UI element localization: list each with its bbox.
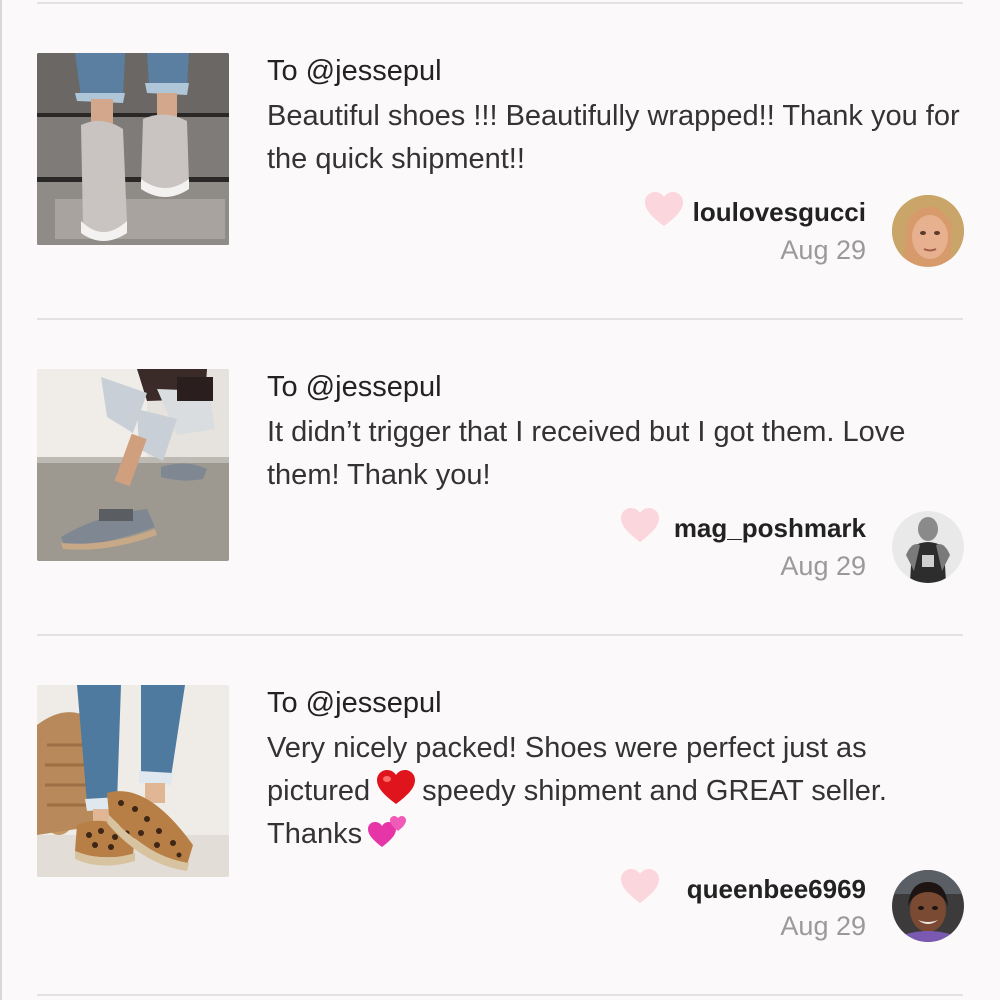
review-message: It didn’t trigger that I received but I …: [267, 416, 906, 491]
two-hearts-emoji: [368, 816, 407, 847]
user-avatar-image[interactable]: [892, 195, 964, 267]
username-link[interactable]: loulovesgucci: [693, 197, 866, 228]
username-link[interactable]: mag_poshmark: [674, 513, 866, 544]
heart-icon[interactable]: [620, 508, 660, 544]
recipient-label: To @jessepul: [267, 55, 442, 87]
review-date: Aug 29: [780, 551, 866, 581]
divider: [37, 994, 963, 996]
review-card: To @jessepul It didn’t trigger that I re…: [0, 316, 1000, 632]
review-date: Aug 29: [780, 235, 866, 265]
recipient-label: To @jessepul: [267, 371, 442, 403]
review-message: Very nicely packed! Shoes were perfect j…: [267, 727, 967, 856]
username-link[interactable]: queenbee6969: [687, 874, 866, 905]
review-message: Beautiful shoes !!! Beautifully wrapped!…: [267, 100, 960, 175]
leopard-espadrille-shoes-image[interactable]: [37, 685, 229, 877]
review-card: To @jessepul Beautiful shoes !!! Beautif…: [0, 0, 1000, 316]
review-date: Aug 29: [780, 911, 866, 941]
heart-icon[interactable]: [620, 869, 660, 905]
review-card: To @jessepul Very nicely packed! Shoes w…: [0, 632, 1000, 948]
recipient-label: To @jessepul: [267, 687, 442, 719]
red-heart-emoji: [377, 770, 416, 804]
gray-slip-on-sneakers-image[interactable]: [37, 53, 229, 245]
gray-mule-shoes-image[interactable]: [37, 369, 229, 561]
heart-icon[interactable]: [644, 192, 684, 228]
user-avatar-image[interactable]: [892, 511, 964, 583]
user-avatar-image[interactable]: [892, 870, 964, 942]
love-notes-page: To @jessepul Beautiful shoes !!! Beautif…: [0, 0, 1000, 1000]
